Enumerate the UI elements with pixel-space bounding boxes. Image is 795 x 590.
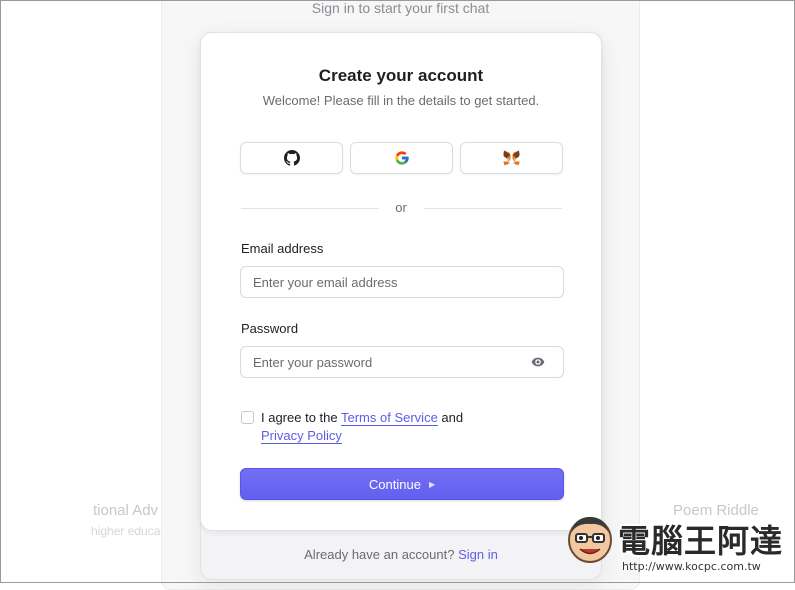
- continue-label: Continue: [368, 476, 421, 492]
- sign-in-link[interactable]: Sign in: [458, 547, 498, 562]
- background-card-subtitle: higher educa: [91, 524, 161, 538]
- show-password-eye-icon[interactable]: [531, 355, 545, 369]
- signin-footer: Already have an account? Sign in: [201, 547, 601, 562]
- email-input[interactable]: [240, 266, 564, 298]
- metamask-signin-button[interactable]: [460, 142, 563, 174]
- watermark-mascot-icon: [568, 517, 612, 563]
- agree-middle: and: [437, 410, 464, 425]
- terms-agreement-text: I agree to the Terms of Service and Priv…: [261, 409, 521, 445]
- metamask-icon: [503, 150, 520, 166]
- modal-subtitle: Welcome! Please fill in the details to g…: [262, 93, 540, 108]
- terms-of-service-link[interactable]: Terms of Service: [341, 410, 438, 426]
- github-icon: [283, 150, 300, 166]
- background-subtitle: Sign in to start your first chat: [311, 0, 490, 16]
- google-signin-button[interactable]: [350, 142, 453, 174]
- watermark-text: 電腦王阿達: [618, 522, 784, 560]
- agree-prefix: I agree to the: [261, 410, 341, 425]
- watermark: 電腦王阿達 http://www.kocpc.com.tw: [560, 510, 790, 580]
- github-signin-button[interactable]: [240, 142, 343, 174]
- email-label: Email address: [241, 241, 324, 256]
- modal-title: Create your account: [318, 66, 484, 85]
- password-input[interactable]: [240, 346, 564, 378]
- terms-checkbox[interactable]: [241, 411, 254, 424]
- background-card-left[interactable]: tional Adv higher educa: [60, 490, 161, 550]
- watermark-url: http://www.kocpc.com.tw: [622, 560, 761, 573]
- continue-button[interactable]: Continue ▶: [240, 468, 564, 500]
- footer-text: Already have an account?: [304, 547, 455, 562]
- privacy-policy-link[interactable]: Privacy Policy: [261, 428, 342, 444]
- divider-line-right: [424, 208, 562, 209]
- google-icon: [394, 151, 409, 165]
- background-card-title: tional Adv: [93, 502, 159, 519]
- signup-modal: Create your account Welcome! Please fill…: [200, 32, 602, 580]
- caret-right-icon: ▶: [428, 479, 436, 489]
- signup-card: Create your account Welcome! Please fill…: [200, 32, 602, 531]
- password-label: Password: [241, 321, 299, 336]
